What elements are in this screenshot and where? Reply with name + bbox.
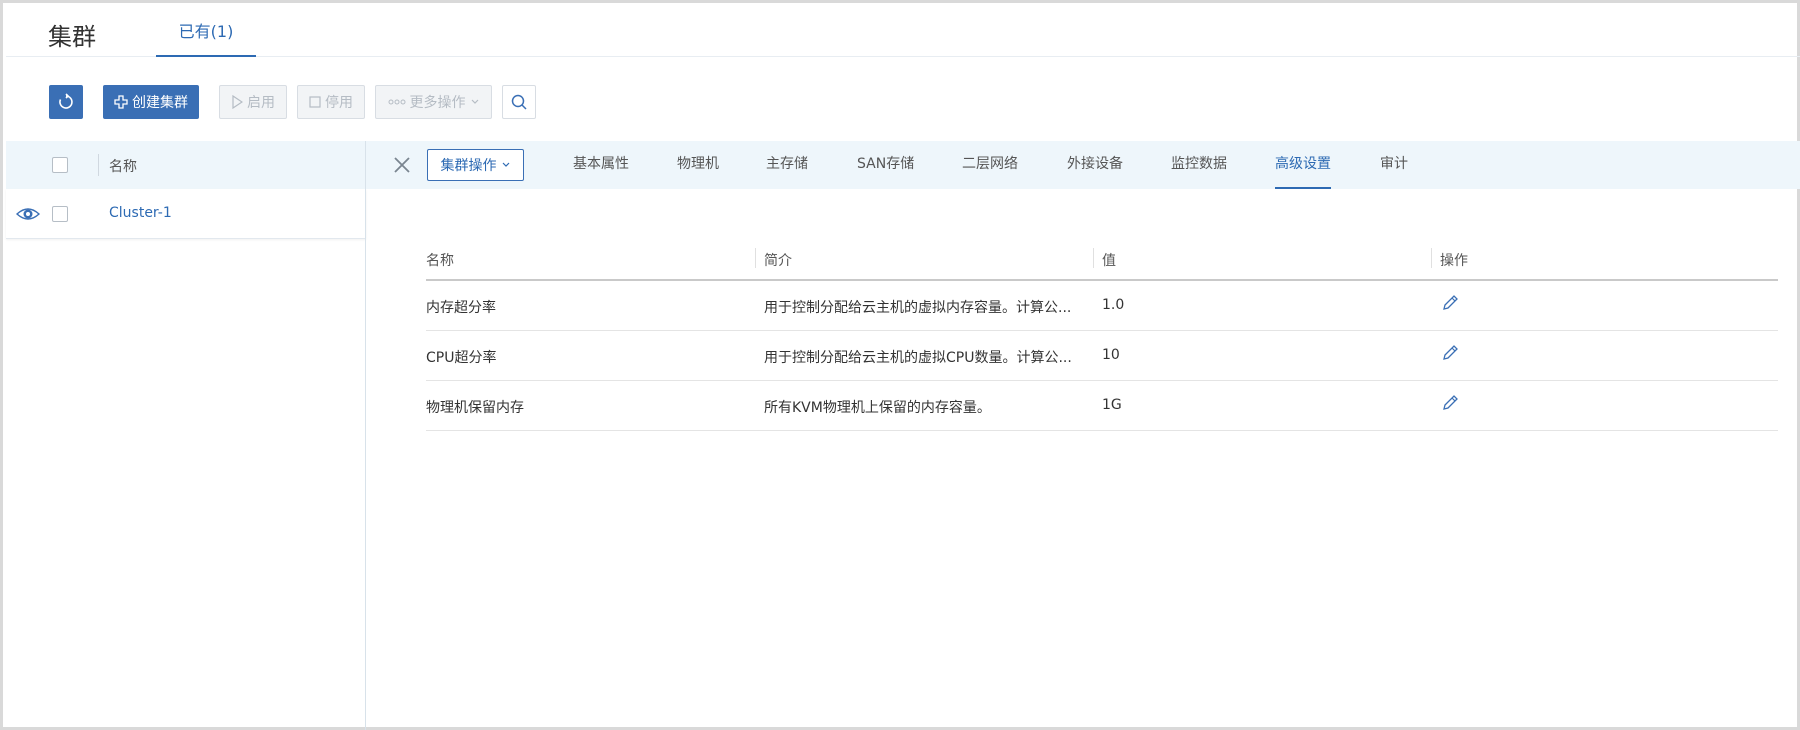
app-window: 集群 已有(1) 创建集群 启用 停用 更多操作 名称 Cluster-1 集群… — [0, 0, 1800, 730]
stop-button[interactable]: 停用 — [297, 85, 365, 119]
pencil-icon[interactable] — [1440, 393, 1460, 413]
select-all-checkbox[interactable] — [52, 157, 68, 173]
column-divider — [1093, 248, 1094, 268]
column-header-value: 值 — [1102, 253, 1116, 269]
pencil-icon[interactable] — [1440, 343, 1460, 363]
close-icon[interactable] — [390, 153, 414, 177]
more-dots-icon — [388, 99, 405, 105]
refresh-icon — [59, 93, 73, 109]
tab-basic-properties[interactable]: 基本属性 — [573, 141, 629, 189]
more-actions-label: 更多操作 — [409, 95, 466, 111]
setting-name: 内存超分率 — [426, 300, 496, 316]
tab-external-devices[interactable]: 外接设备 — [1067, 141, 1123, 189]
setting-desc: 用于控制分配给云主机的虚拟内存容量。计算公... — [764, 300, 1072, 316]
tab-existing[interactable]: 已有(1) — [156, 6, 256, 57]
pencil-icon[interactable] — [1440, 293, 1460, 313]
row-checkbox[interactable] — [52, 206, 68, 222]
setting-value: 1.0 — [1102, 297, 1125, 313]
tab-l2-network[interactable]: 二层网络 — [962, 141, 1018, 189]
cluster-ops-label: 集群操作 — [440, 158, 497, 174]
column-divider — [755, 248, 756, 268]
stop-label: 停用 — [325, 95, 353, 111]
column-divider — [1431, 248, 1432, 268]
list-row[interactable]: Cluster-1 — [6, 189, 366, 239]
setting-name: CPU超分率 — [426, 350, 497, 366]
cluster-name-link[interactable]: Cluster-1 — [109, 205, 172, 221]
create-cluster-label: 创建集群 — [132, 95, 188, 111]
column-header-actions: 操作 — [1440, 253, 1468, 269]
tab-advanced-settings[interactable]: 高级设置 — [1275, 141, 1331, 189]
table-row: 内存超分率 用于控制分配给云主机的虚拟内存容量。计算公... 1.0 — [426, 281, 1778, 331]
column-header-desc: 简介 — [764, 253, 792, 269]
detail-header: 集群操作 基本属性 物理机 主存储 SAN存储 二层网络 外接设备 监控数据 高… — [366, 141, 1800, 189]
table-header: 名称 简介 值 操作 — [426, 237, 1778, 281]
chevron-down-icon — [502, 162, 509, 167]
tab-hosts[interactable]: 物理机 — [677, 141, 719, 189]
list-header: 名称 — [6, 141, 366, 189]
cluster-ops-dropdown[interactable]: 集群操作 — [427, 149, 524, 181]
chevron-down-icon — [471, 99, 478, 104]
tab-audit[interactable]: 审计 — [1380, 141, 1408, 189]
play-icon — [232, 95, 243, 109]
more-actions-button[interactable]: 更多操作 — [375, 85, 492, 119]
setting-desc: 所有KVM物理机上保留的内存容量。 — [764, 400, 991, 416]
stop-icon — [309, 96, 321, 108]
search-button[interactable] — [502, 85, 536, 119]
eye-icon[interactable] — [16, 204, 40, 224]
setting-value: 10 — [1102, 347, 1120, 363]
create-cluster-button[interactable]: 创建集群 — [103, 85, 199, 119]
start-button[interactable]: 启用 — [219, 85, 287, 119]
tab-monitoring[interactable]: 监控数据 — [1171, 141, 1227, 189]
setting-desc: 用于控制分配给云主机的虚拟CPU数量。计算公... — [764, 350, 1072, 366]
table-row: 物理机保留内存 所有KVM物理机上保留的内存容量。 1G — [426, 381, 1778, 431]
panel-divider — [365, 141, 366, 730]
setting-name: 物理机保留内存 — [426, 400, 524, 416]
page-header: 集群 已有(1) — [6, 6, 1800, 57]
list-header-name: 名称 — [109, 159, 137, 175]
column-header-name: 名称 — [426, 253, 454, 269]
start-label: 启用 — [247, 95, 275, 111]
tab-san-storage[interactable]: SAN存储 — [857, 141, 914, 189]
page-title: 集群 — [48, 23, 96, 51]
search-icon — [511, 94, 527, 110]
tab-primary-storage[interactable]: 主存储 — [766, 141, 808, 189]
setting-value: 1G — [1102, 397, 1122, 413]
column-divider — [98, 154, 99, 176]
plus-icon — [114, 95, 128, 109]
refresh-button[interactable] — [49, 85, 83, 119]
table-row: CPU超分率 用于控制分配给云主机的虚拟CPU数量。计算公... 10 — [426, 331, 1778, 381]
